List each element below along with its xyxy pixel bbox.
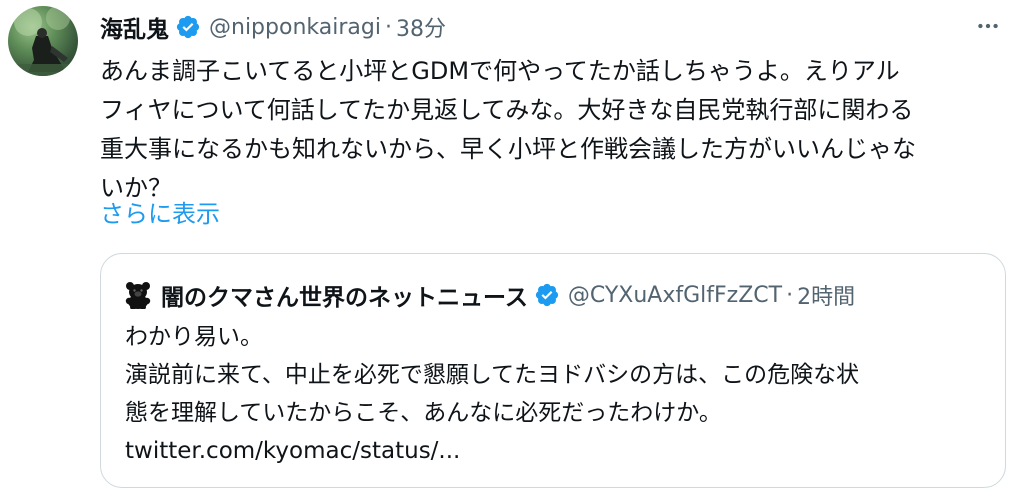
tweet-timestamp[interactable]: 38分 [396,11,446,43]
quoted-tweet-text-line: 演説前に来て、中止を必死で懇願してたヨドバシの方は、この危険な状 [125,362,860,388]
tweet-header: 海乱鬼 @nipponkairagi · 38分 [100,9,446,45]
more-horizontal-icon [975,13,1001,43]
verified-badge-icon [534,282,560,308]
tweet-text-line: フィヤについて何話してたか見返してみな。大好きな自民党執行部に関わる [100,96,914,124]
tweet[interactable]: 海乱鬼 @nipponkairagi · 38分 あんま調子こいてると小坪とGD… [0,0,1018,502]
more-options-button[interactable] [968,10,1008,46]
bear-icon [125,281,151,310]
separator-dot: · [384,14,392,40]
quoted-tweet-header: 闇のクマさん世界のネットニュース @CYXuAxfGlfFzZCT · 2時間 [125,276,855,314]
author-handle[interactable]: @nipponkairagi [209,15,381,40]
quoted-tweet-link[interactable]: twitter.com/kyomac/status/... [125,432,985,470]
quoted-tweet-text-line: わかり易い。 [125,324,263,350]
tweet-text-line: あんま調子こいてると小坪とGDMで何やってたか話しちゃうよ。えりアル [100,57,900,85]
quoted-author-display-name: 闇のクマさん世界のネットニュース [161,285,528,311]
tweet-text: あんま調子こいてると小坪とGDMで何やってたか話しちゃうよ。えりアル フィヤにつ… [100,52,1005,208]
quoted-tweet-timestamp: 2時間 [797,285,856,310]
author-display-name[interactable]: 海乱鬼 [100,10,169,44]
quoted-tweet-card[interactable]: 闇のクマさん世界のネットニュース @CYXuAxfGlfFzZCT · 2時間 … [100,253,1006,488]
show-more-link[interactable]: さらに表示 [100,196,220,232]
avatar-image [8,6,78,76]
avatar[interactable] [8,6,78,76]
verified-badge-icon [175,14,201,40]
quoted-tweet-text-line: 態を理解していたからこそ、あんなに必死だったわけか。 [125,400,722,426]
tweet-text-line: 重大事になるかも知れないから、早く小坪と作戦会議した方がいいんじゃな [100,135,916,163]
separator-dot: · [786,282,794,308]
quoted-tweet-text: わかり易い。 演説前に来て、中止を必死で懇願してたヨドバシの方は、この危険な状 … [125,318,985,470]
tweet-text-line: いか？ [100,174,172,202]
quoted-author-handle: @CYXuAxfGlfFzZCT [567,282,783,308]
